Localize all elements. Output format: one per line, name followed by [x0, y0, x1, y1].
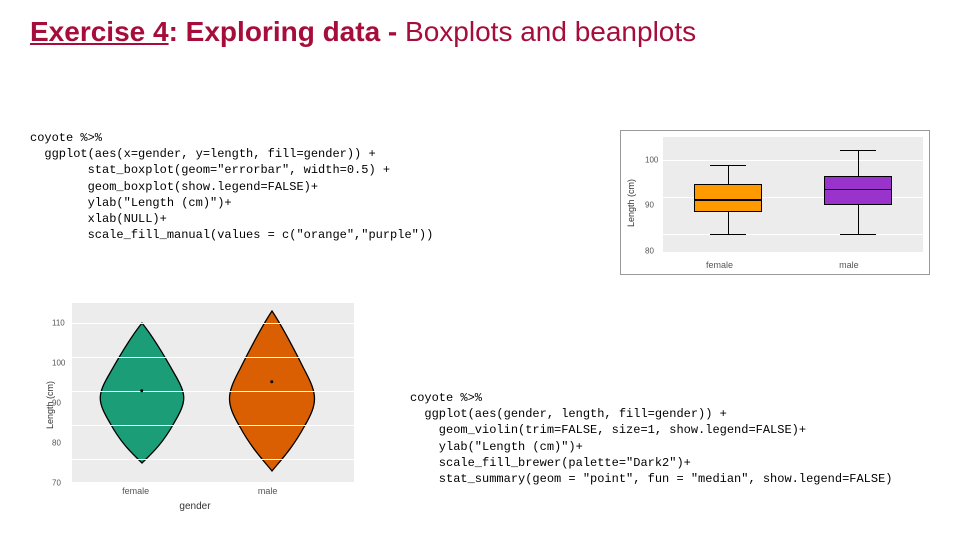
errorcap	[710, 165, 746, 166]
code-line: ggplot(aes(gender, length, fill=gender))…	[410, 407, 727, 421]
box-male	[824, 176, 892, 205]
xlabel-female: female	[706, 260, 733, 270]
gridline	[72, 323, 354, 324]
plot-panel	[663, 137, 923, 252]
violin-svg	[72, 303, 354, 482]
boxplot-ylabel: Length (cm)	[626, 178, 636, 226]
title-part2: : Exploring data -	[169, 16, 398, 47]
gridline	[72, 459, 354, 460]
code-block-boxplot: coyote %>% ggplot(aes(x=gender, y=length…	[30, 130, 433, 243]
code-line: coyote %>%	[410, 391, 482, 405]
ytick: 90	[645, 201, 654, 210]
code-line: stat_boxplot(geom="errorbar", width=0.5)…	[30, 163, 390, 177]
ytick: 100	[52, 359, 65, 368]
xlabel-female: female	[122, 486, 149, 496]
ytick: 80	[645, 247, 654, 256]
code-line: scale_fill_brewer(palette="Dark2")+	[410, 456, 691, 470]
ytick: 100	[645, 155, 658, 164]
median-point-male	[270, 380, 274, 384]
code-line: scale_fill_manual(values = c("orange","p…	[30, 228, 433, 242]
boxplot-chart: Length (cm) 80 90 100 female male	[620, 130, 930, 275]
errorcap	[710, 234, 746, 235]
ytick: 70	[52, 478, 61, 487]
code-line: coyote %>%	[30, 131, 102, 145]
gridline	[72, 391, 354, 392]
violin-female	[100, 323, 184, 463]
code-block-violin: coyote %>% ggplot(aes(gender, length, fi…	[410, 390, 892, 487]
code-line: ylab("Length (cm)")+	[30, 196, 232, 210]
code-line: ylab("Length (cm)")+	[410, 440, 583, 454]
violin-chart: Length (cm) 70 80 90 100 110 female male…	[30, 300, 360, 510]
errorcap	[840, 234, 876, 235]
gridline	[72, 357, 354, 358]
errorcap	[840, 150, 876, 151]
box-female	[694, 184, 762, 212]
code-line: ggplot(aes(x=gender, y=length, fill=gend…	[30, 147, 376, 161]
page-title: Exercise 4: Exploring data - Boxplots an…	[30, 16, 696, 48]
title-part3: Boxplots and beanplots	[397, 16, 696, 47]
plot-panel	[72, 303, 354, 482]
title-part1: Exercise 4	[30, 16, 169, 47]
ytick: 110	[52, 319, 65, 328]
code-line: stat_summary(geom = "point", fun = "medi…	[410, 472, 892, 486]
median-female	[694, 199, 762, 201]
violin-xaxis-title: gender	[179, 501, 210, 512]
median-point-female	[140, 389, 144, 393]
code-line: xlab(NULL)+	[30, 212, 167, 226]
code-line: geom_violin(trim=FALSE, size=1, show.leg…	[410, 423, 806, 437]
ytick: 90	[52, 398, 61, 407]
median-male	[824, 189, 892, 191]
xlabel-male: male	[839, 260, 859, 270]
xlabel-male: male	[258, 486, 278, 496]
gridline	[72, 425, 354, 426]
code-line: geom_boxplot(show.legend=FALSE)+	[30, 180, 318, 194]
gridline	[663, 160, 923, 161]
ytick: 80	[52, 438, 61, 447]
gridline	[663, 234, 923, 235]
